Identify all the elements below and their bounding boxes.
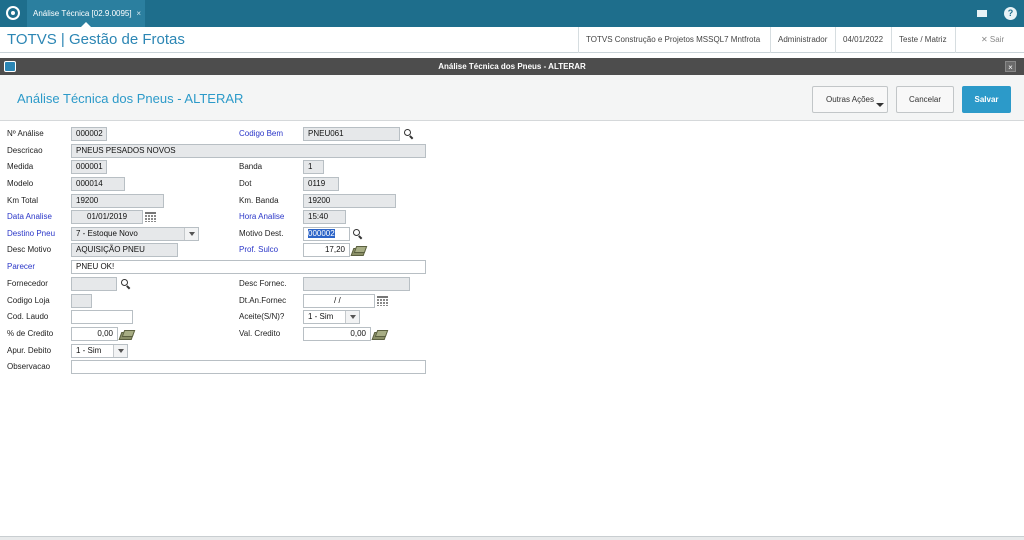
cod-laudo-field[interactable]	[71, 310, 133, 324]
date-info[interactable]: 04/01/2022	[835, 27, 890, 53]
tab-label: Análise Técnica [02.9.0095]	[33, 9, 132, 18]
label-desc-fornec: Desc Fornec.	[239, 279, 287, 288]
window-bottom-border	[0, 536, 1024, 540]
label-motivo-dest: Motivo Dest.	[239, 229, 284, 238]
mail-icon[interactable]	[975, 7, 988, 20]
pct-credito-calculator-icon[interactable]	[120, 330, 133, 338]
app-header: TOTVS | Gestão de Frotas TOTVS Construçã…	[0, 27, 1024, 53]
label-pct-credito: % de Credito	[7, 329, 54, 338]
exit-button[interactable]: ✕ Sair	[981, 27, 1004, 53]
top-bar: Análise Técnica [02.9.0095] × ?	[0, 0, 1024, 27]
hora-analise-field[interactable]: 15:40	[303, 210, 346, 224]
label-fornecedor: Fornecedor	[7, 279, 48, 288]
prof-sulco-field[interactable]: 17,20	[303, 243, 350, 257]
label-km-banda: Km. Banda	[239, 196, 279, 205]
cancel-button[interactable]: Cancelar	[896, 86, 954, 113]
descricao-field[interactable]: PNEUS PESADOS NOVOS	[71, 144, 426, 158]
help-icon[interactable]: ?	[1004, 7, 1017, 20]
motivo-dest-search-icon[interactable]	[353, 229, 363, 239]
destino-pneu-select[interactable]: 7 - Estoque Novo	[71, 227, 199, 241]
tab-analise-tecnica[interactable]: Análise Técnica [02.9.0095] ×	[27, 0, 145, 27]
val-credito-field[interactable]: 0,00	[303, 327, 371, 341]
km-total-field[interactable]: 19200	[71, 194, 164, 208]
window-title: Análise Técnica dos Pneus - ALTERAR	[438, 62, 586, 71]
label-parecer: Parecer	[7, 262, 36, 271]
label-banda: Banda	[239, 162, 263, 171]
val-credito-calculator-icon[interactable]	[373, 330, 386, 338]
label-apur-debito: Apur. Debito	[7, 346, 52, 355]
analysis-form: Nº Análise 000002 Codigo Bem PNEU061 Des…	[0, 122, 1024, 536]
chevron-down-icon	[876, 103, 884, 107]
aceite-select[interactable]: 1 - Sim	[303, 310, 360, 324]
branch-info[interactable]: Teste / Matriz	[891, 27, 954, 53]
separator	[955, 27, 975, 53]
label-observacao: Observacao	[7, 362, 51, 371]
dt-an-fornec-calendar-icon[interactable]	[377, 296, 388, 306]
motivo-dest-value: 000002	[308, 229, 335, 238]
motivo-dest-field[interactable]: 000002	[303, 227, 350, 241]
data-analise-calendar-icon[interactable]	[145, 212, 156, 222]
app-title: TOTVS | Gestão de Frotas	[7, 31, 185, 48]
tab-close-icon[interactable]: ×	[136, 0, 141, 27]
save-button[interactable]: Salvar	[962, 86, 1011, 113]
modelo-field[interactable]: 000014	[71, 177, 125, 191]
label-dt-an-fornec: Dt.An.Fornec	[239, 296, 287, 305]
desc-fornec-field[interactable]	[303, 277, 410, 291]
label-codigo-bem: Codigo Bem	[239, 129, 284, 138]
label-destino-pneu: Destino Pneu	[7, 229, 56, 238]
label-dot: Dot	[239, 179, 252, 188]
label-medida: Medida	[7, 162, 34, 171]
label-desc-motivo: Desc Motivo	[7, 245, 52, 254]
chevron-down-icon[interactable]	[345, 311, 359, 323]
dt-an-fornec-field[interactable]: / /	[303, 294, 375, 308]
totvs-logo-icon[interactable]	[6, 6, 20, 20]
aceite-value: 1 - Sim	[308, 312, 334, 321]
more-actions-button[interactable]: Outras Ações	[812, 86, 888, 113]
label-data-analise: Data Analise	[7, 212, 52, 221]
window-title-bar: Análise Técnica dos Pneus - ALTERAR ×	[0, 58, 1024, 75]
label-aceite: Aceite(S/N)?	[239, 312, 285, 321]
window-close-button[interactable]: ×	[1005, 61, 1016, 72]
chevron-down-icon[interactable]	[113, 345, 127, 357]
more-actions-label: Outras Ações	[825, 95, 875, 104]
codigo-bem-field[interactable]: PNEU061	[303, 127, 400, 141]
n-analise-field[interactable]: 000002	[71, 127, 107, 141]
apur-debito-select[interactable]: 1 - Sim	[71, 344, 128, 358]
label-hora-analise: Hora Analise	[239, 212, 285, 221]
page-header: Análise Técnica dos Pneus - ALTERAR Outr…	[0, 75, 1024, 121]
chevron-down-icon[interactable]	[184, 228, 198, 240]
parecer-field[interactable]: PNEU OK!	[71, 260, 426, 274]
medida-field[interactable]: 000001	[71, 160, 107, 174]
pct-credito-field[interactable]: 0,00	[71, 327, 118, 341]
label-descricao: Descricao	[7, 146, 43, 155]
desc-motivo-field[interactable]: AQUISIÇÃO PNEU	[71, 243, 178, 257]
label-val-credito: Val. Credito	[239, 329, 281, 338]
codigo-bem-search-icon[interactable]	[404, 129, 414, 139]
label-prof-sulco: Prof. Sulco	[239, 245, 279, 254]
data-analise-field[interactable]: 01/01/2019	[71, 210, 143, 224]
page-title: Análise Técnica dos Pneus - ALTERAR	[17, 91, 244, 106]
window-icon	[4, 61, 16, 72]
km-banda-field[interactable]: 19200	[303, 194, 396, 208]
codigo-loja-field[interactable]	[71, 294, 92, 308]
banda-field[interactable]: 1	[303, 160, 324, 174]
destino-pneu-value: 7 - Estoque Novo	[76, 229, 138, 238]
label-modelo: Modelo	[7, 179, 34, 188]
user-info[interactable]: Administrador	[770, 27, 834, 53]
fornecedor-search-icon[interactable]	[121, 279, 131, 289]
label-cod-laudo: Cod. Laudo	[7, 312, 49, 321]
fornecedor-field[interactable]	[71, 277, 117, 291]
label-n-analise: Nº Análise	[7, 129, 44, 138]
label-codigo-loja: Codigo Loja	[7, 296, 50, 305]
company-info[interactable]: TOTVS Construção e Projetos MSSQL7 Mntfr…	[578, 27, 767, 53]
apur-debito-value: 1 - Sim	[76, 346, 102, 355]
prof-sulco-calculator-icon[interactable]	[352, 246, 365, 254]
label-km-total: Km Total	[7, 196, 38, 205]
observacao-field[interactable]	[71, 360, 426, 374]
dot-field[interactable]: 0119	[303, 177, 339, 191]
